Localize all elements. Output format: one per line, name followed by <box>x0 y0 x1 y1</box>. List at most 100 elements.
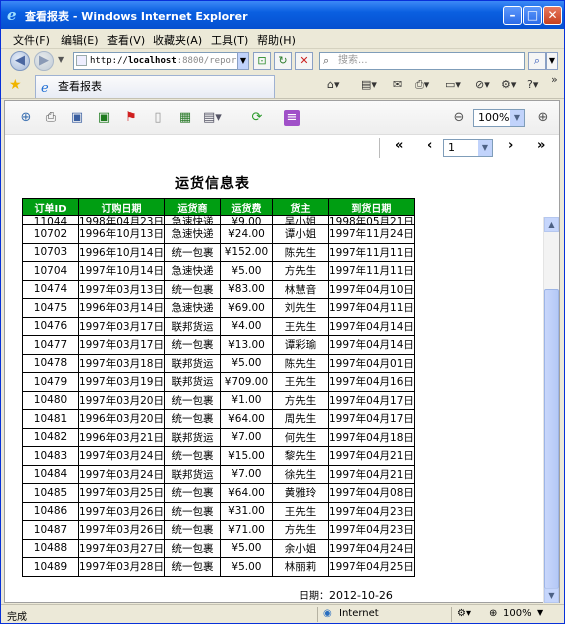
tab-ie-icon: e <box>41 81 49 96</box>
status-zoom-value[interactable]: 100% <box>503 608 532 619</box>
cell-freight: ¥83.00 <box>219 279 273 299</box>
cell-shipper: 统一包裹 <box>163 409 221 429</box>
zoom-out-icon[interactable]: ⊖ <box>451 110 467 126</box>
page-select[interactable]: 1 ▼ <box>443 139 493 157</box>
safety-menu-icon[interactable]: ⊘▾ <box>475 78 490 91</box>
cell-shipper: 统一包裹 <box>163 335 221 355</box>
close-button[interactable]: ✕ <box>543 6 562 25</box>
cell-order-date: 1997年03月13日 <box>78 279 165 299</box>
cell-order-id: 10487 <box>22 520 79 540</box>
cell-arrival-date: 1997年04月01日 <box>327 353 415 373</box>
print-report-icon[interactable]: ⎙ <box>43 110 59 126</box>
cell-order-id: 10477 <box>22 335 79 355</box>
menu-tools[interactable]: 工具(T) <box>211 32 248 48</box>
protected-mode-icon[interactable]: ⚙▾ <box>457 608 471 619</box>
status-zoom-icon[interactable]: ⊕ <box>489 608 497 619</box>
export-pdf-icon[interactable]: ⚑ <box>123 110 139 126</box>
cell-order-date: 1996年03月21日 <box>78 427 165 447</box>
table-row: 10486 1997年03月26日 统一包裹 ¥31.00 王先生 1997年04月23日 <box>22 501 415 521</box>
refresh-icon[interactable]: ↻ <box>274 52 292 70</box>
menu-help[interactable]: 帮助(H) <box>257 32 296 48</box>
address-dropdown[interactable]: ▼ <box>237 52 249 70</box>
table-row: 10475 1996年03月14日 急速快递 ¥69.00 刘先生 1997年04月11日 <box>22 298 415 318</box>
report-date: 日期：2012-10-26 <box>299 587 393 602</box>
cell-shipper: 统一包裹 <box>163 390 221 410</box>
stop-icon[interactable]: ✕ <box>295 52 313 70</box>
history-dropdown-icon[interactable]: ▼ <box>58 55 64 64</box>
export-image-icon[interactable]: ▦ <box>177 110 193 126</box>
status-bar: 完成 ◉ Internet ⚙▾ ⊕ 100% ▼ <box>1 604 564 623</box>
home-icon[interactable]: ⌂▾ <box>327 78 340 91</box>
cell-order-date: 1998年04月23日 <box>78 215 165 225</box>
zoom-select[interactable]: 100% ▼ <box>473 109 525 127</box>
minimize-button[interactable]: – <box>503 6 522 25</box>
cell-order-id: 10485 <box>22 483 79 503</box>
menu-view[interactable]: 查看(V) <box>107 32 145 48</box>
cell-freight: ¥9.00 <box>219 215 273 225</box>
menu-edit[interactable]: 编辑(E) <box>61 32 99 48</box>
refresh-report-icon[interactable]: ⟳ <box>249 110 265 126</box>
cell-freight: ¥5.00 <box>219 557 273 577</box>
find-icon[interactable]: ⊕ <box>18 110 34 126</box>
search-go-button[interactable]: ⌕ <box>528 52 546 70</box>
menu-favorites[interactable]: 收藏夹(A) <box>153 32 202 48</box>
cell-shipper: 统一包裹 <box>163 557 221 577</box>
address-host: localhost <box>127 56 177 66</box>
help-menu-icon[interactable]: ?▾ <box>527 78 538 91</box>
cell-consignee: 陈先生 <box>271 353 329 373</box>
maximize-button[interactable]: □ <box>523 6 542 25</box>
page-menu-icon[interactable]: ▭▾ <box>445 78 461 91</box>
export-text-icon[interactable]: ▯ <box>150 110 166 126</box>
export-excel-icon[interactable]: ▣ <box>96 110 112 126</box>
more-icon[interactable]: » <box>551 73 558 86</box>
zoom-dropdown-icon: ▼ <box>510 110 524 126</box>
scroll-thumb[interactable] <box>544 289 559 589</box>
first-page-button[interactable]: « <box>395 138 403 153</box>
cell-arrival-date: 1997年11月11日 <box>327 261 415 281</box>
forward-button[interactable]: ▶ <box>34 51 54 71</box>
search-input[interactable]: ⌕ 搜索... <box>319 52 525 70</box>
page-icon <box>76 55 87 66</box>
title-bar[interactable]: e 查看报表 - Windows Internet Explorer – □ ✕ <box>1 1 564 29</box>
search-icon: ⌕ <box>323 54 330 67</box>
page-content: ⊕ ⎙ ▣ ▣ ⚑ ▯ ▦ ▤▾ ⟳ ≡ ⊖ 100% ▼ ⊕ « ‹ 1 ▼ <box>4 100 560 603</box>
scroll-down-button[interactable]: ▼ <box>544 588 559 603</box>
mail-icon[interactable]: ✉ <box>393 78 402 91</box>
scroll-up-button[interactable]: ▲ <box>544 217 559 232</box>
cell-consignee: 王先生 <box>271 372 329 392</box>
cell-order-id: 10488 <box>22 538 79 558</box>
cell-freight: ¥7.00 <box>219 464 273 484</box>
tools-menu-icon[interactable]: ⚙▾ <box>501 78 516 91</box>
compat-view-icon[interactable]: ⊡ <box>253 52 271 70</box>
last-page-button[interactable]: » <box>537 138 545 153</box>
cell-consignee: 方先生 <box>271 520 329 540</box>
tab-report[interactable]: e 查看报表 <box>35 75 275 98</box>
cell-consignee: 余小姐 <box>271 538 329 558</box>
back-button[interactable]: ◀ <box>10 51 30 71</box>
report-date-label: 日期： <box>299 591 329 602</box>
menu-file[interactable]: 文件(F) <box>13 32 50 48</box>
export-dropdown-icon[interactable]: ▤▾ <box>203 110 222 126</box>
col-freight: 运货费 <box>219 198 273 216</box>
rss-icon[interactable]: ≡ <box>284 110 300 126</box>
cell-order-date: 1996年03月20日 <box>78 409 165 429</box>
print-icon[interactable]: ⎙▾ <box>415 78 429 92</box>
cell-freight: ¥5.00 <box>219 353 273 373</box>
table-row: 10484 1997年03月24日 联邦货运 ¥7.00 徐先生 1997年04月21日 <box>22 464 415 484</box>
zoom-in-icon[interactable]: ⊕ <box>535 110 551 126</box>
feeds-icon[interactable]: ▤▾ <box>361 78 377 91</box>
status-divider <box>317 607 318 622</box>
cell-shipper: 联邦货运 <box>163 372 221 392</box>
cell-freight: ¥69.00 <box>219 298 273 318</box>
status-zoom-dropdown-icon[interactable]: ▼ <box>537 608 543 617</box>
prev-page-button[interactable]: ‹ <box>427 138 432 153</box>
search-options-dropdown[interactable]: ▼ <box>546 52 558 70</box>
vertical-scrollbar[interactable]: ▲ ▼ <box>543 217 559 603</box>
cell-order-date: 1997年03月24日 <box>78 446 165 466</box>
cell-arrival-date: 1997年04月16日 <box>327 372 415 392</box>
export-word-icon[interactable]: ▣ <box>69 110 85 126</box>
next-page-button[interactable]: › <box>508 138 513 153</box>
address-input[interactable]: http://localhost:8800/reportm <box>73 52 248 70</box>
cell-arrival-date: 1997年04月14日 <box>327 316 415 336</box>
favorites-star-icon[interactable]: ★ <box>9 77 22 93</box>
